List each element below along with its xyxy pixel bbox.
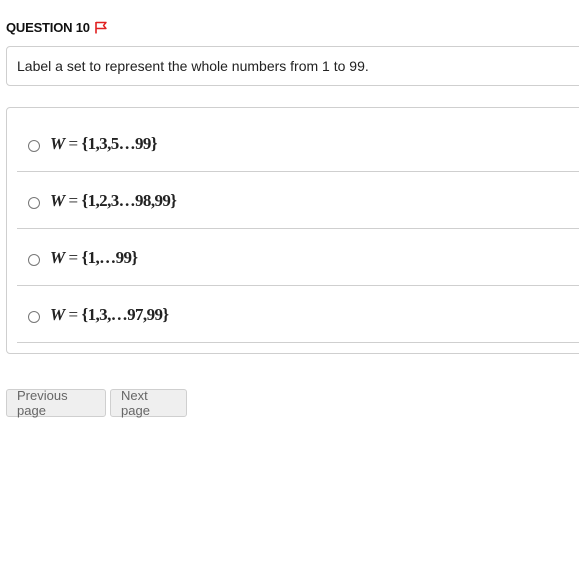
prompt-text: Label a set to represent the whole numbe… xyxy=(17,58,369,74)
question-number: QUESTION 10 xyxy=(6,20,90,35)
option-math: W = {1,3,…97,99} xyxy=(50,304,169,324)
previous-page-button[interactable]: Previous page xyxy=(6,388,106,418)
next-page-button[interactable]: Next page xyxy=(110,388,187,418)
answer-option-2[interactable]: W = {1,2,3…98,99} xyxy=(17,173,579,229)
option-math: W = {1,3,5…99} xyxy=(50,133,158,153)
flag-icon[interactable] xyxy=(94,21,108,34)
radio-button[interactable] xyxy=(28,196,40,209)
question-header: QUESTION 10 xyxy=(6,20,108,35)
radio-button[interactable] xyxy=(28,139,40,152)
radio-button[interactable] xyxy=(28,310,40,323)
answer-option-4[interactable]: W = {1,3,…97,99} xyxy=(17,287,579,343)
question-prompt: Label a set to represent the whole numbe… xyxy=(6,46,579,86)
answer-option-1[interactable]: W = {1,3,5…99} xyxy=(17,116,579,172)
option-math: W = {1,2,3…98,99} xyxy=(50,190,177,210)
option-math: W = {1,…99} xyxy=(50,247,138,267)
answer-option-3[interactable]: W = {1,…99} xyxy=(17,230,579,286)
radio-button[interactable] xyxy=(28,253,40,266)
answer-options: W = {1,3,5…99} W = {1,2,3…98,99} W = {1,…99} W… xyxy=(6,107,579,354)
